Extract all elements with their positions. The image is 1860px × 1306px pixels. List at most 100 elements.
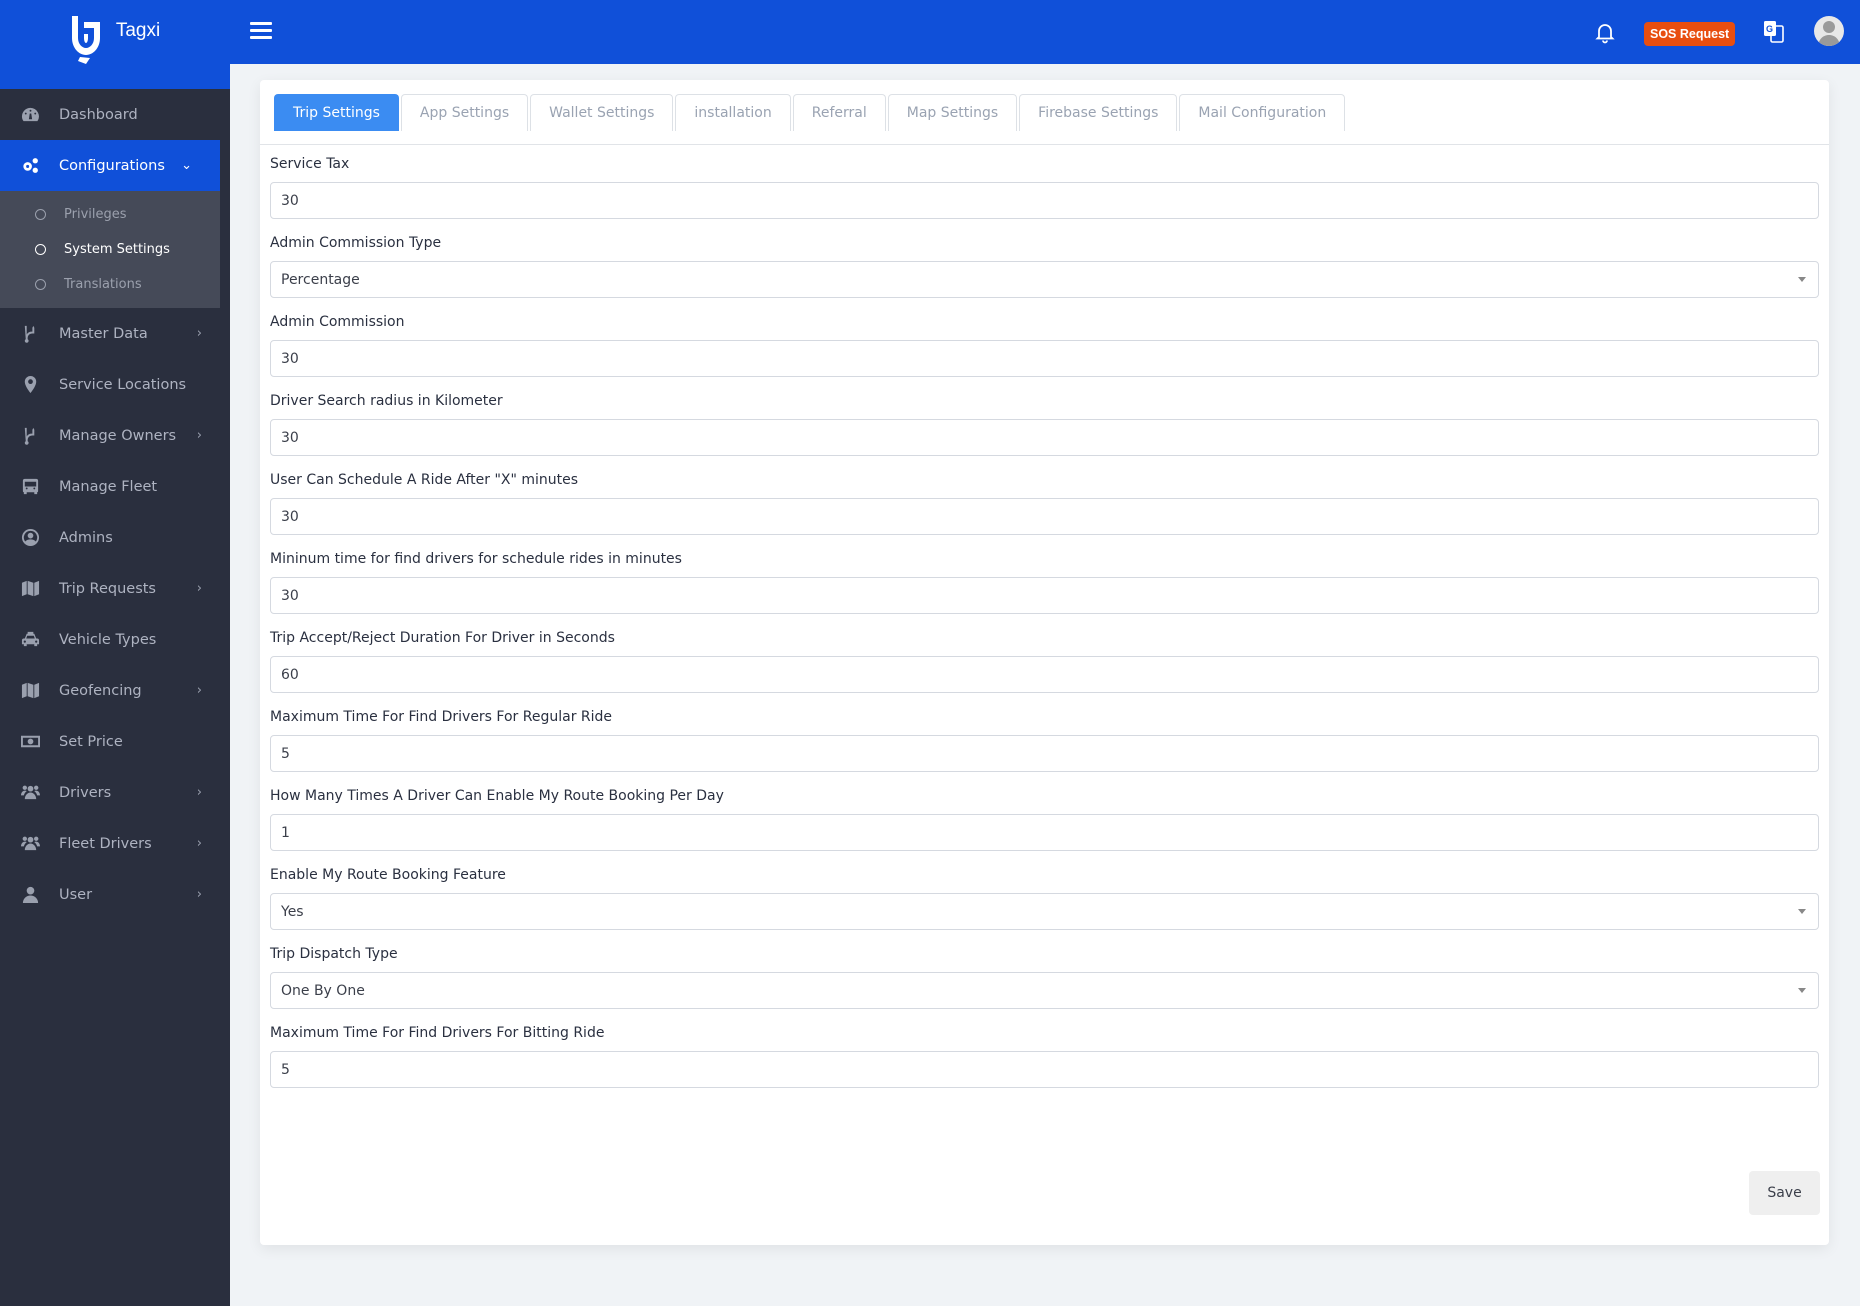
- sidebar-item-dashboard[interactable]: Dashboard: [0, 89, 230, 140]
- sidebar-item-label: Admins: [59, 529, 113, 546]
- field-label: User Can Schedule A Ride After "X" minut…: [270, 472, 579, 488]
- sidebar-item-configurations[interactable]: Configurations ⌄: [0, 140, 220, 191]
- tab-installation[interactable]: installation: [675, 94, 791, 131]
- configurations-submenu: Privileges System Settings Translations: [0, 191, 220, 308]
- top-header: SOS Request G: [230, 0, 1860, 64]
- field-trip-dispatch-type: Trip Dispatch Type One By One: [270, 945, 1819, 1009]
- users-icon: [20, 783, 40, 803]
- chevron-right-icon: ›: [196, 428, 202, 443]
- sidebar-item-label: Vehicle Types: [59, 631, 157, 648]
- sidebar-item-drivers[interactable]: Drivers ›: [0, 767, 230, 818]
- sidebar-item-service-locations[interactable]: Service Locations: [0, 359, 230, 410]
- sidebar-nav: Dashboard Configurations ⌄ Privileges System…: [0, 89, 230, 920]
- tab-wallet-settings[interactable]: Wallet Settings: [530, 94, 674, 131]
- sidebar-item-label: Configurations: [59, 157, 165, 174]
- sidebar-item-label: Fleet Drivers: [59, 835, 152, 852]
- sidebar-item-manage-fleet[interactable]: Manage Fleet: [0, 461, 230, 512]
- sidebar-item-fleet-drivers[interactable]: Fleet Drivers ›: [0, 818, 230, 869]
- field-driver-search-radius-in-kilometer: Driver Search radius in Kilometer: [270, 392, 1819, 456]
- circle-icon: [35, 279, 46, 290]
- field-service-tax: Service Tax: [270, 155, 1819, 219]
- map-marker-icon: [20, 375, 40, 395]
- hamburger-icon[interactable]: [250, 22, 272, 40]
- field-label: Trip Accept/Reject Duration For Driver i…: [270, 630, 615, 646]
- sidebar-item-label: User: [59, 886, 93, 903]
- mininum-time-for-find-drivers-for-schedule-rides-in-minutes-input[interactable]: [270, 577, 1819, 614]
- field-label: Enable My Route Booking Feature: [270, 867, 506, 883]
- submenu-item-label: System Settings: [64, 242, 170, 257]
- sidebar-item-trip-requests[interactable]: Trip Requests ›: [0, 563, 230, 614]
- bell-icon[interactable]: [1593, 20, 1617, 44]
- sidebar-item-master-data[interactable]: Master Data ›: [0, 308, 230, 359]
- admin-commission-input[interactable]: [270, 340, 1819, 377]
- taxi-icon: [20, 630, 40, 650]
- chevron-right-icon: ›: [196, 887, 202, 902]
- sidebar-item-manage-owners[interactable]: Manage Owners ›: [0, 410, 230, 461]
- field-label: Admin Commission Type: [270, 235, 442, 251]
- enable-my-route-booking-feature-select[interactable]: Yes: [270, 893, 1819, 930]
- chevron-right-icon: ›: [196, 785, 202, 800]
- field-label: Maximum Time For Find Drivers For Regula…: [270, 709, 613, 725]
- sidebar-item-vehicle-types[interactable]: Vehicle Types: [0, 614, 230, 665]
- tab-firebase-settings[interactable]: Firebase Settings: [1019, 94, 1178, 131]
- sidebar-item-label: Set Price: [59, 733, 123, 750]
- users-icon: [20, 834, 40, 854]
- how-many-times-a-driver-can-enable-my-route-booking-per-day-input[interactable]: [270, 814, 1819, 851]
- brand[interactable]: Tagxi: [0, 0, 230, 89]
- cogs-icon: [20, 156, 40, 176]
- submenu-item-system-settings[interactable]: System Settings: [0, 232, 220, 267]
- maximum-time-for-find-drivers-for-bitting-ride-input[interactable]: [270, 1051, 1819, 1088]
- submenu-item-label: Privileges: [64, 207, 127, 222]
- sidebar-item-set-price[interactable]: Set Price: [0, 716, 230, 767]
- field-label: How Many Times A Driver Can Enable My Ro…: [270, 788, 724, 804]
- sidebar-item-label: Geofencing: [59, 682, 142, 699]
- tab-mail-configuration[interactable]: Mail Configuration: [1179, 94, 1346, 131]
- submenu-item-privileges[interactable]: Privileges: [0, 197, 220, 232]
- driver-search-radius-in-kilometer-input[interactable]: [270, 419, 1819, 456]
- code-branch-icon: [20, 324, 40, 344]
- field-label: Maximum Time For Find Drivers For Bittin…: [270, 1025, 605, 1041]
- admin-commission-type-select[interactable]: Percentage: [270, 261, 1819, 298]
- maximum-time-for-find-drivers-for-regular-ride-input[interactable]: [270, 735, 1819, 772]
- money-icon: [20, 732, 40, 752]
- sidebar-item-admins[interactable]: Admins: [0, 512, 230, 563]
- google-translate-icon[interactable]: G: [1763, 20, 1785, 44]
- sos-request-button[interactable]: SOS Request: [1644, 22, 1736, 46]
- tab-map-settings[interactable]: Map Settings: [887, 94, 1018, 131]
- trip-accept-reject-duration-for-driver-in-seconds-input[interactable]: [270, 656, 1819, 693]
- field-trip-accept-reject-duration-for-driver-in-seconds: Trip Accept/Reject Duration For Driver i…: [270, 629, 1819, 693]
- tab-divider: [260, 144, 1829, 145]
- caret-down-icon: [1798, 988, 1806, 993]
- chevron-right-icon: ›: [196, 326, 202, 341]
- service-tax-input[interactable]: [270, 182, 1819, 219]
- chevron-right-icon: ›: [196, 683, 202, 698]
- settings-card: Trip Settings App Settings Wallet Settings…: [260, 80, 1829, 1245]
- tab-referral[interactable]: Referral: [792, 94, 886, 131]
- field-label: Mininum time for find drivers for schedu…: [270, 551, 682, 567]
- user-can-schedule-a-ride-after-x-minutes-input[interactable]: [270, 498, 1819, 535]
- circle-icon: [35, 209, 46, 220]
- tab-app-settings[interactable]: App Settings: [400, 94, 529, 131]
- svg-text:G: G: [1766, 24, 1773, 34]
- save-button[interactable]: Save: [1749, 1171, 1820, 1215]
- bus-icon: [20, 477, 40, 497]
- field-enable-my-route-booking-feature: Enable My Route Booking Feature Yes: [270, 866, 1819, 930]
- sidebar-item-label: Drivers: [59, 784, 112, 801]
- map-icon: [20, 579, 40, 599]
- caret-down-icon: [1798, 909, 1806, 914]
- caret-down-icon: [1798, 277, 1806, 282]
- submenu-item-translations[interactable]: Translations: [0, 267, 220, 302]
- tagxi-logo-icon: [71, 16, 100, 64]
- trip-dispatch-type-select[interactable]: One By One: [270, 972, 1819, 1009]
- code-branch-icon: [20, 426, 40, 446]
- sidebar-item-user[interactable]: User ›: [0, 869, 230, 920]
- circle-icon: [35, 244, 46, 255]
- sidebar-item-label: Trip Requests: [59, 580, 156, 597]
- tab-trip-settings[interactable]: Trip Settings: [274, 94, 399, 131]
- submenu-item-label: Translations: [64, 277, 142, 292]
- selected-value: Yes: [281, 903, 304, 920]
- field-mininum-time-for-find-drivers-for-schedule-rides-in-minutes: Mininum time for find drivers for schedu…: [270, 550, 1819, 614]
- sidebar-item-geofencing[interactable]: Geofencing ›: [0, 665, 230, 716]
- field-admin-commission: Admin Commission: [270, 313, 1819, 377]
- user-avatar[interactable]: [1814, 16, 1844, 46]
